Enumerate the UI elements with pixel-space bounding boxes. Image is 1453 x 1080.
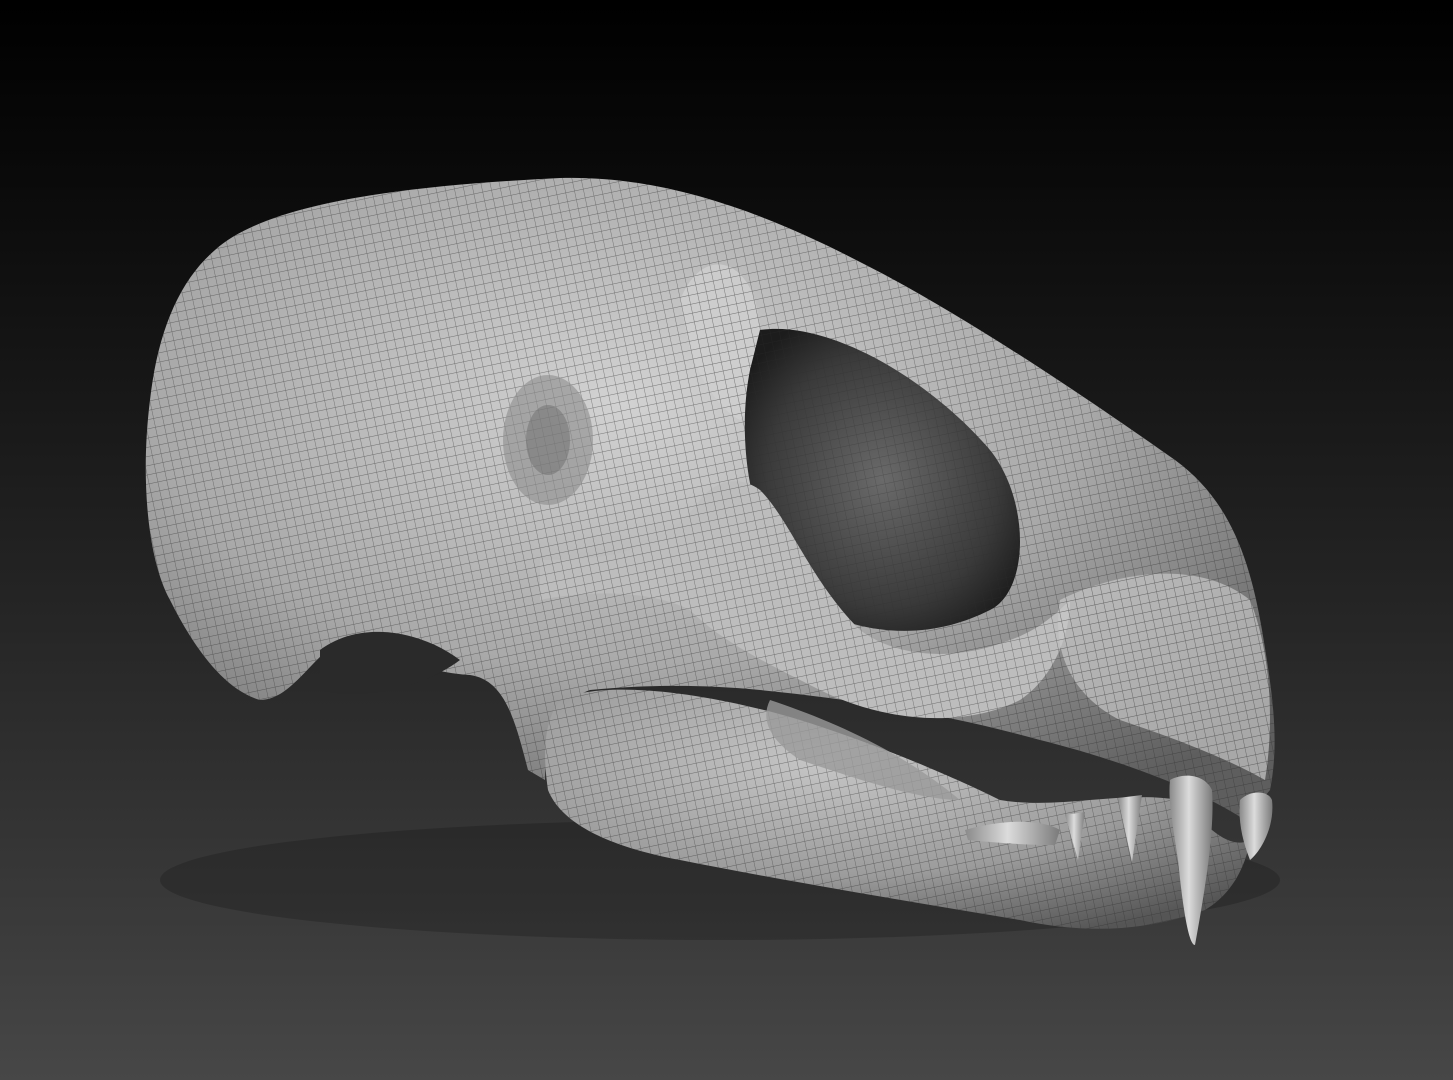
skull-model[interactable] [0,0,1453,1080]
skull-temporal-dimple [503,375,593,505]
3d-viewport[interactable] [0,0,1453,1080]
